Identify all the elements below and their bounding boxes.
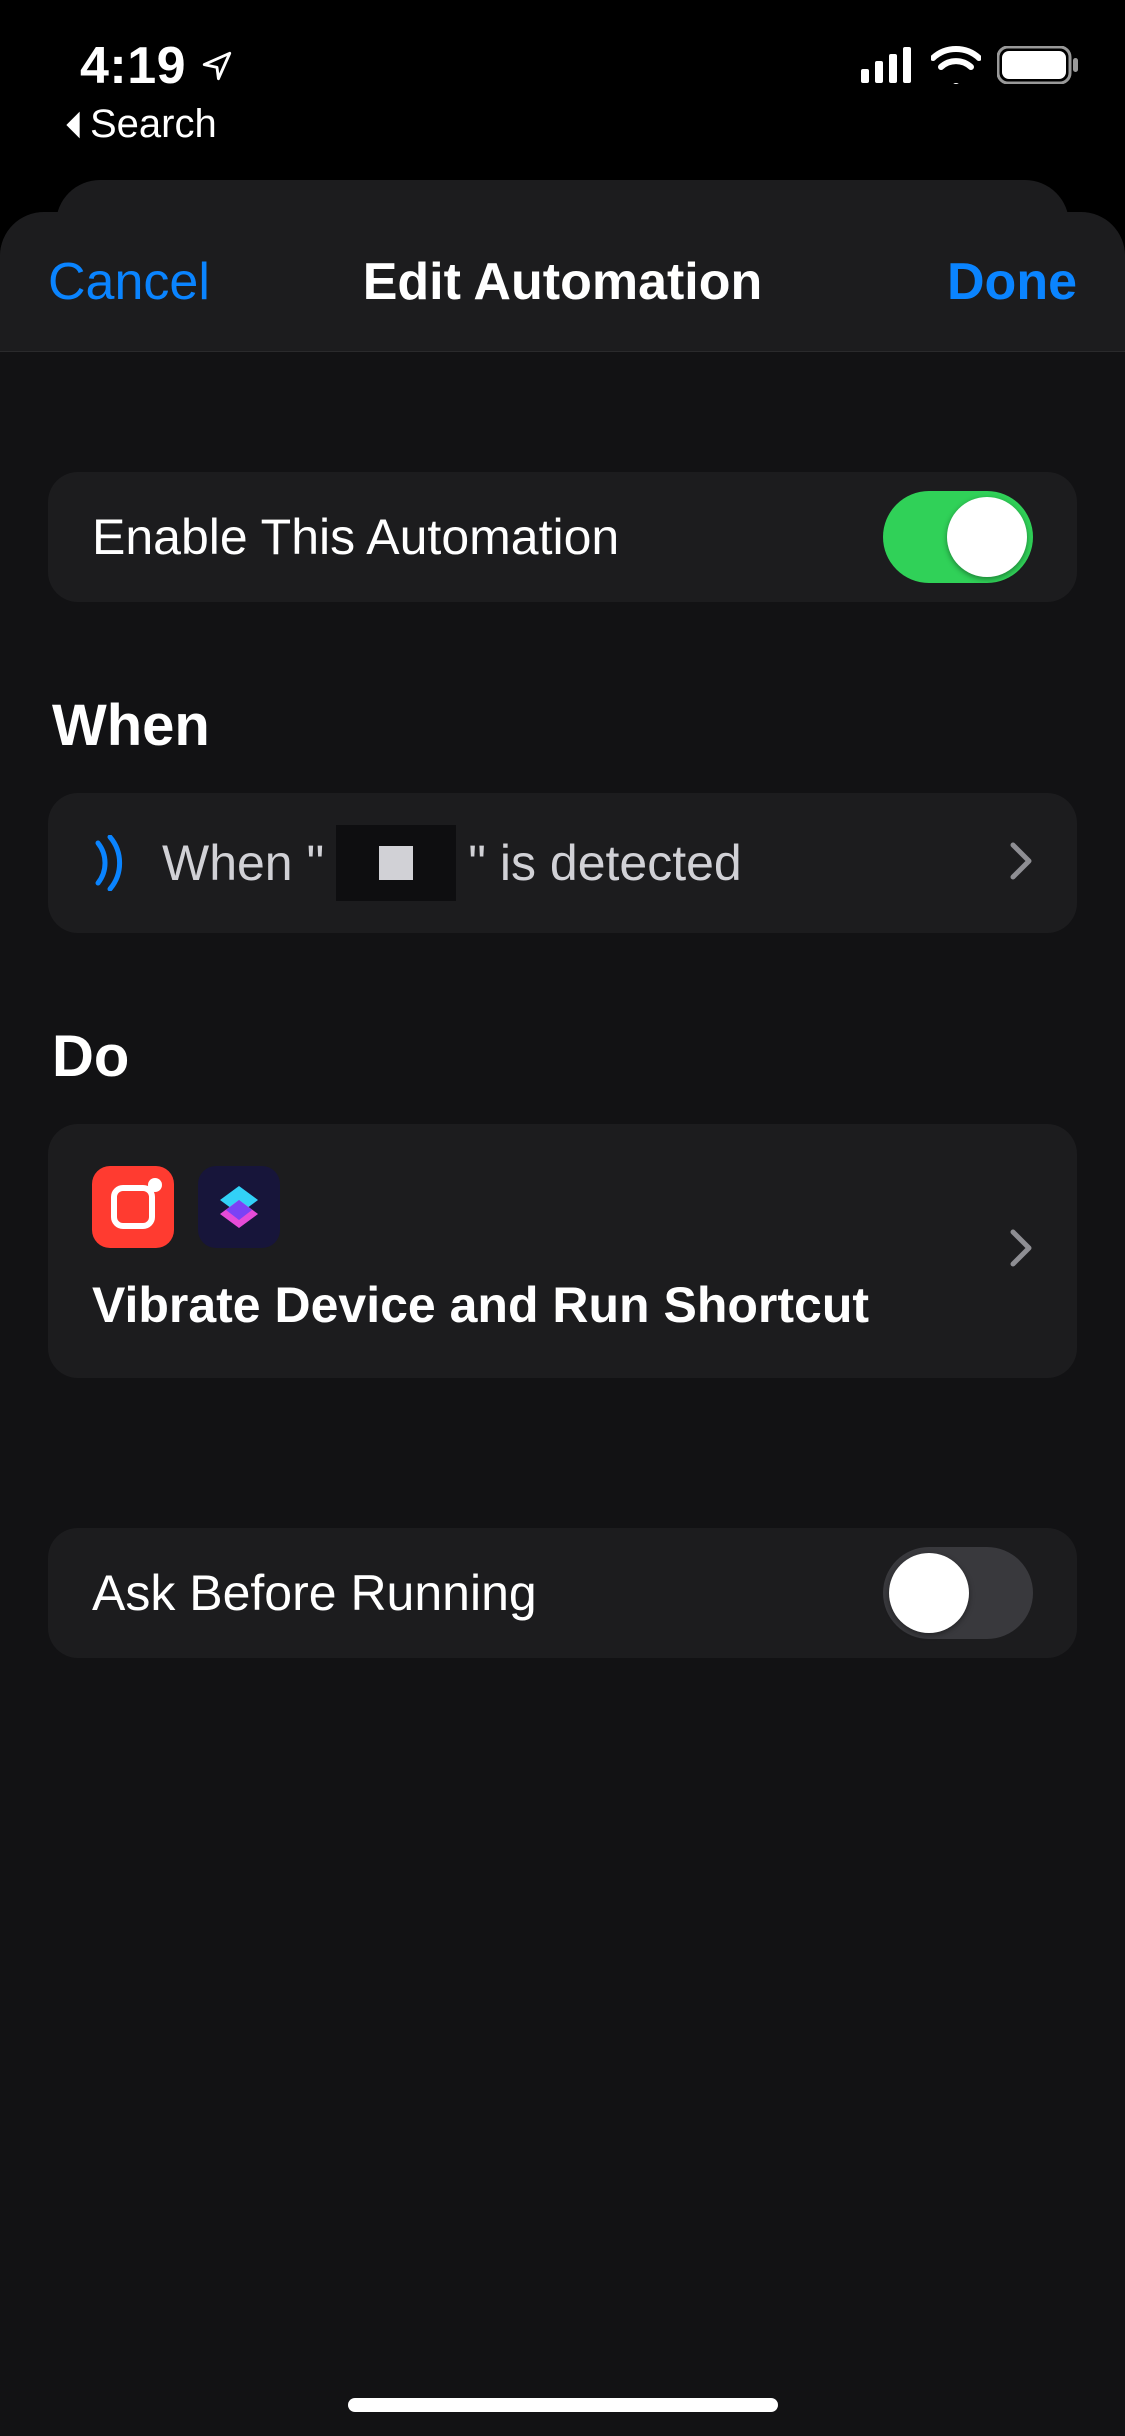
- ask-before-running-row: Ask Before Running: [48, 1528, 1077, 1658]
- status-back-label: Search: [90, 102, 217, 147]
- when-header: When: [52, 692, 1077, 759]
- when-trigger-row[interactable]: When " " is detected: [48, 793, 1077, 933]
- cellular-icon: [861, 47, 915, 83]
- do-action-icons: [92, 1166, 1009, 1248]
- back-caret-icon: [62, 110, 84, 140]
- enable-automation-row: Enable This Automation: [48, 472, 1077, 602]
- vibrate-action-icon: [92, 1166, 174, 1248]
- when-suffix: " is detected: [468, 834, 741, 892]
- chevron-right-icon: [1009, 1228, 1033, 1273]
- shortcuts-action-icon: [198, 1166, 280, 1248]
- status-time-text: 4:19: [80, 36, 186, 96]
- nav-bar: Cancel Done: [0, 212, 1125, 352]
- done-button[interactable]: Done: [947, 252, 1077, 312]
- nfc-tag-thumbnail: [336, 825, 456, 901]
- ask-before-running-label: Ask Before Running: [92, 1564, 883, 1622]
- battery-icon: [997, 46, 1079, 84]
- status-back-to-search[interactable]: Search: [62, 102, 234, 147]
- chevron-right-icon: [1009, 841, 1033, 886]
- enable-automation-label: Enable This Automation: [92, 508, 883, 566]
- status-bar: 4:19 Search: [0, 0, 1125, 140]
- status-time: 4:19: [80, 36, 234, 96]
- wifi-icon: [931, 46, 981, 84]
- location-icon: [200, 49, 234, 83]
- when-trigger-text: When " " is detected: [162, 825, 979, 901]
- edit-automation-sheet: Cancel Done Edit Automation Enable This …: [0, 212, 1125, 2436]
- do-actions-row[interactable]: Vibrate Device and Run Shortcut: [48, 1124, 1077, 1378]
- home-indicator[interactable]: [348, 2398, 778, 2412]
- nfc-icon: [92, 835, 132, 891]
- do-actions-title: Vibrate Device and Run Shortcut: [92, 1276, 1009, 1334]
- cancel-button[interactable]: Cancel: [48, 252, 210, 312]
- when-prefix: When ": [162, 834, 324, 892]
- ask-before-running-toggle[interactable]: [883, 1547, 1033, 1639]
- enable-automation-toggle[interactable]: [883, 491, 1033, 583]
- do-header: Do: [52, 1023, 1077, 1090]
